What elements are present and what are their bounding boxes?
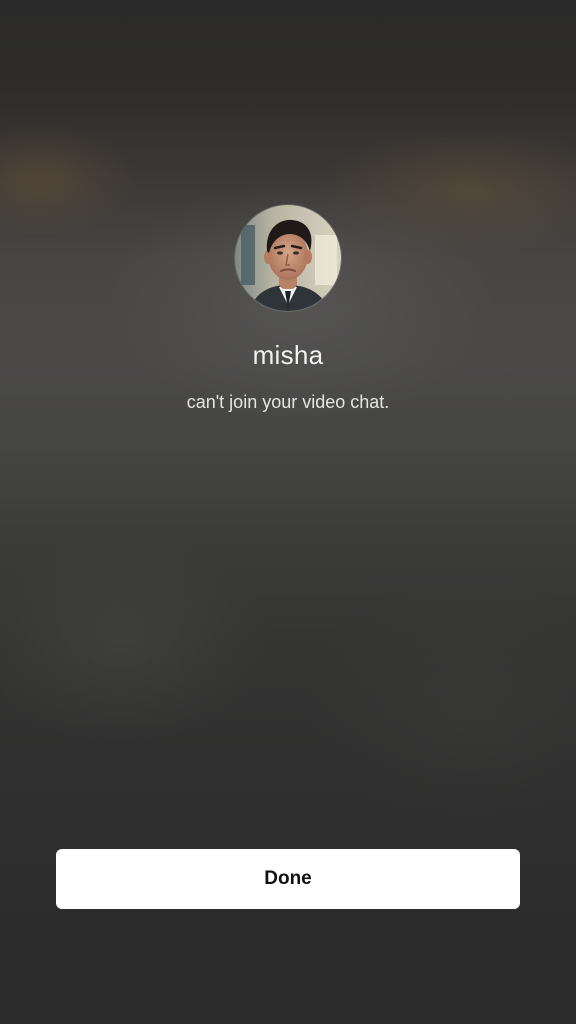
done-button-label: Done: [264, 868, 312, 889]
avatar: [235, 205, 341, 311]
status-message: can't join your video chat.: [186, 392, 390, 412]
contact-name: misha: [252, 340, 324, 370]
done-button[interactable]: Done: [56, 849, 520, 909]
profile-photo-icon: [235, 205, 341, 311]
video-chat-unavailable-screen: misha can't join your video chat. Done: [0, 0, 576, 1024]
